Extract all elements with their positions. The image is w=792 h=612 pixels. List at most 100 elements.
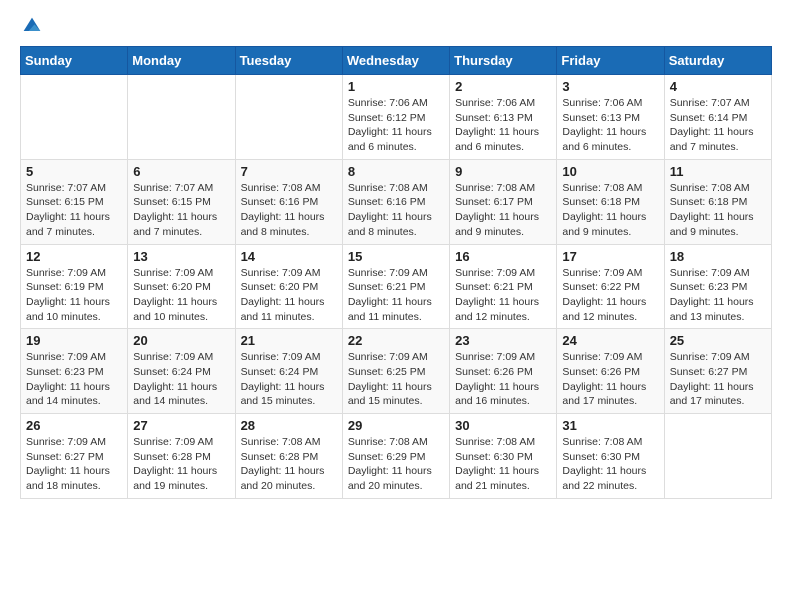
page: SundayMondayTuesdayWednesdayThursdayFrid…	[0, 0, 792, 515]
day-info: Sunrise: 7:08 AMSunset: 6:30 PMDaylight:…	[562, 435, 658, 494]
day-info: Sunrise: 7:06 AMSunset: 6:12 PMDaylight:…	[348, 96, 444, 155]
day-number: 30	[455, 418, 551, 433]
calendar-cell: 31 Sunrise: 7:08 AMSunset: 6:30 PMDayligh…	[557, 414, 664, 499]
calendar-week-row: 1 Sunrise: 7:06 AMSunset: 6:12 PMDaylight…	[21, 75, 772, 160]
day-info: Sunrise: 7:09 AMSunset: 6:27 PMDaylight:…	[26, 435, 122, 494]
day-number: 1	[348, 79, 444, 94]
calendar-cell	[664, 414, 771, 499]
day-number: 15	[348, 249, 444, 264]
logo-text	[20, 16, 44, 36]
calendar-cell: 9 Sunrise: 7:08 AMSunset: 6:17 PMDaylight…	[450, 159, 557, 244]
weekday-header: Friday	[557, 47, 664, 75]
day-number: 20	[133, 333, 229, 348]
calendar-cell: 30 Sunrise: 7:08 AMSunset: 6:30 PMDayligh…	[450, 414, 557, 499]
calendar-cell: 22Sunrise: 7:09 AMSunset: 6:25 PMDayligh…	[342, 329, 449, 414]
day-number: 12	[26, 249, 122, 264]
day-number: 16	[455, 249, 551, 264]
calendar-cell: 14 Sunrise: 7:09 AMSunset: 6:20 PMDayligh…	[235, 244, 342, 329]
calendar-week-row: 19 Sunrise: 7:09 AMSunset: 6:23 PMDayligh…	[21, 329, 772, 414]
day-info: Sunrise: 7:08 AMSunset: 6:16 PMDaylight:…	[348, 181, 444, 240]
calendar-cell: 17 Sunrise: 7:09 AMSunset: 6:22 PMDayligh…	[557, 244, 664, 329]
calendar-cell: 24 Sunrise: 7:09 AMSunset: 6:26 PMDayligh…	[557, 329, 664, 414]
day-number: 18	[670, 249, 766, 264]
logo	[20, 16, 44, 36]
weekday-header: Wednesday	[342, 47, 449, 75]
day-info: Sunrise: 7:09 AMSunset: 6:24 PMDaylight:…	[241, 350, 337, 409]
day-info: Sunrise: 7:09 AMSunset: 6:27 PMDaylight:…	[670, 350, 766, 409]
day-number: 26	[26, 418, 122, 433]
day-info: Sunrise: 7:09 AMSunset: 6:20 PMDaylight:…	[133, 266, 229, 325]
calendar-cell: 28 Sunrise: 7:08 AMSunset: 6:28 PMDayligh…	[235, 414, 342, 499]
day-number: 21	[241, 333, 337, 348]
calendar-cell: 5 Sunrise: 7:07 AMSunset: 6:15 PMDaylight…	[21, 159, 128, 244]
day-number: 8	[348, 164, 444, 179]
logo-icon	[22, 16, 42, 36]
day-info: Sunrise: 7:09 AMSunset: 6:21 PMDaylight:…	[348, 266, 444, 325]
calendar-cell: 2 Sunrise: 7:06 AMSunset: 6:13 PMDaylight…	[450, 75, 557, 160]
calendar-cell: 23 Sunrise: 7:09 AMSunset: 6:26 PMDayligh…	[450, 329, 557, 414]
day-number: 24	[562, 333, 658, 348]
calendar-table: SundayMondayTuesdayWednesdayThursdayFrid…	[20, 46, 772, 499]
calendar-cell: 12 Sunrise: 7:09 AMSunset: 6:19 PMDayligh…	[21, 244, 128, 329]
day-number: 2	[455, 79, 551, 94]
day-number: 9	[455, 164, 551, 179]
calendar-cell	[21, 75, 128, 160]
weekday-header: Thursday	[450, 47, 557, 75]
day-info: Sunrise: 7:08 AMSunset: 6:17 PMDaylight:…	[455, 181, 551, 240]
day-info: Sunrise: 7:06 AMSunset: 6:13 PMDaylight:…	[455, 96, 551, 155]
calendar-cell: 10 Sunrise: 7:08 AMSunset: 6:18 PMDayligh…	[557, 159, 664, 244]
day-info: Sunrise: 7:08 AMSunset: 6:30 PMDaylight:…	[455, 435, 551, 494]
calendar-cell: 7 Sunrise: 7:08 AMSunset: 6:16 PMDaylight…	[235, 159, 342, 244]
day-number: 23	[455, 333, 551, 348]
day-number: 4	[670, 79, 766, 94]
day-number: 28	[241, 418, 337, 433]
day-info: Sunrise: 7:09 AMSunset: 6:28 PMDaylight:…	[133, 435, 229, 494]
calendar-cell: 19 Sunrise: 7:09 AMSunset: 6:23 PMDayligh…	[21, 329, 128, 414]
day-number: 11	[670, 164, 766, 179]
calendar-cell: 4 Sunrise: 7:07 AMSunset: 6:14 PMDaylight…	[664, 75, 771, 160]
day-info: Sunrise: 7:08 AMSunset: 6:18 PMDaylight:…	[670, 181, 766, 240]
day-info: Sunrise: 7:07 AMSunset: 6:15 PMDaylight:…	[133, 181, 229, 240]
day-info: Sunrise: 7:09 AMSunset: 6:22 PMDaylight:…	[562, 266, 658, 325]
weekday-header: Monday	[128, 47, 235, 75]
day-info: Sunrise: 7:06 AMSunset: 6:13 PMDaylight:…	[562, 96, 658, 155]
calendar-cell: 11 Sunrise: 7:08 AMSunset: 6:18 PMDayligh…	[664, 159, 771, 244]
day-info: Sunrise: 7:09 AMSunset: 6:26 PMDaylight:…	[562, 350, 658, 409]
day-info: Sunrise: 7:08 AMSunset: 6:28 PMDaylight:…	[241, 435, 337, 494]
header	[20, 16, 772, 36]
day-number: 10	[562, 164, 658, 179]
calendar-cell: 27Sunrise: 7:09 AMSunset: 6:28 PMDayligh…	[128, 414, 235, 499]
day-info: Sunrise: 7:09 AMSunset: 6:26 PMDaylight:…	[455, 350, 551, 409]
day-number: 25	[670, 333, 766, 348]
day-number: 19	[26, 333, 122, 348]
calendar-cell: 3Sunrise: 7:06 AMSunset: 6:13 PMDaylight…	[557, 75, 664, 160]
day-info: Sunrise: 7:07 AMSunset: 6:15 PMDaylight:…	[26, 181, 122, 240]
calendar-cell: 6Sunrise: 7:07 AMSunset: 6:15 PMDaylight…	[128, 159, 235, 244]
day-info: Sunrise: 7:09 AMSunset: 6:20 PMDaylight:…	[241, 266, 337, 325]
weekday-header: Tuesday	[235, 47, 342, 75]
day-info: Sunrise: 7:07 AMSunset: 6:14 PMDaylight:…	[670, 96, 766, 155]
day-info: Sunrise: 7:08 AMSunset: 6:16 PMDaylight:…	[241, 181, 337, 240]
day-info: Sunrise: 7:09 AMSunset: 6:23 PMDaylight:…	[26, 350, 122, 409]
calendar-week-row: 26 Sunrise: 7:09 AMSunset: 6:27 PMDayligh…	[21, 414, 772, 499]
day-info: Sunrise: 7:09 AMSunset: 6:23 PMDaylight:…	[670, 266, 766, 325]
calendar-cell	[235, 75, 342, 160]
calendar-cell: 13Sunrise: 7:09 AMSunset: 6:20 PMDayligh…	[128, 244, 235, 329]
day-number: 31	[562, 418, 658, 433]
day-number: 7	[241, 164, 337, 179]
day-info: Sunrise: 7:09 AMSunset: 6:24 PMDaylight:…	[133, 350, 229, 409]
calendar-cell: 29Sunrise: 7:08 AMSunset: 6:29 PMDayligh…	[342, 414, 449, 499]
weekday-header: Saturday	[664, 47, 771, 75]
calendar-header-row: SundayMondayTuesdayWednesdayThursdayFrid…	[21, 47, 772, 75]
weekday-header: Sunday	[21, 47, 128, 75]
day-info: Sunrise: 7:08 AMSunset: 6:18 PMDaylight:…	[562, 181, 658, 240]
calendar-week-row: 12 Sunrise: 7:09 AMSunset: 6:19 PMDayligh…	[21, 244, 772, 329]
day-info: Sunrise: 7:09 AMSunset: 6:19 PMDaylight:…	[26, 266, 122, 325]
day-number: 17	[562, 249, 658, 264]
day-number: 22	[348, 333, 444, 348]
day-number: 5	[26, 164, 122, 179]
calendar-cell: 8 Sunrise: 7:08 AMSunset: 6:16 PMDaylight…	[342, 159, 449, 244]
calendar-cell: 26 Sunrise: 7:09 AMSunset: 6:27 PMDayligh…	[21, 414, 128, 499]
day-number: 14	[241, 249, 337, 264]
calendar-cell: 18 Sunrise: 7:09 AMSunset: 6:23 PMDayligh…	[664, 244, 771, 329]
